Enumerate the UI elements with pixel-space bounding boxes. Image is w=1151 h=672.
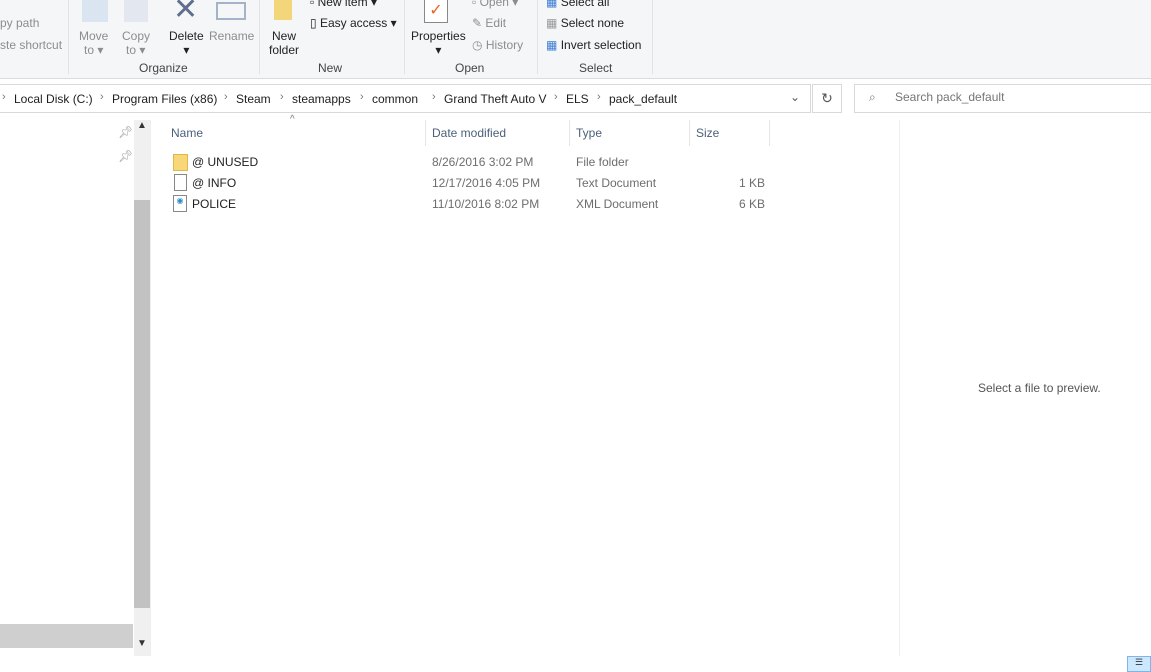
- edit-button[interactable]: ✎ Edit: [472, 16, 506, 30]
- scrollbar-thumb[interactable]: [134, 200, 150, 608]
- delete-x-icon: ✕: [173, 0, 199, 26]
- history-button[interactable]: ◷ History: [472, 38, 523, 52]
- breadcrumb-els[interactable]: ELS: [566, 92, 589, 106]
- column-header-type[interactable]: Type: [576, 126, 602, 140]
- easy-access-button[interactable]: ▯ Easy access ▾: [310, 16, 397, 30]
- select-all-button[interactable]: ▦ Select all: [546, 0, 609, 9]
- breadcrumb-local-disk[interactable]: Local Disk (C:): [14, 92, 93, 106]
- file-row[interactable]: ◉ POLICE 11/10/2016 8:02 PM XML Document…: [160, 194, 770, 214]
- paste-shortcut-button[interactable]: ste shortcut: [0, 38, 62, 52]
- pin-icon[interactable]: 📌︎: [118, 125, 133, 139]
- preview-message: Select a file to preview.: [978, 381, 1101, 395]
- breadcrumb-gta-v[interactable]: Grand Theft Auto V: [444, 92, 547, 106]
- nav-vertical-scrollbar[interactable]: ▲ ▼: [134, 120, 150, 656]
- properties-button[interactable]: Properties ▾: [411, 29, 466, 57]
- file-date: 12/17/2016 4:05 PM: [432, 176, 541, 190]
- search-input[interactable]: [893, 89, 1137, 105]
- text-file-icon: [174, 174, 187, 191]
- open-group-label: Open: [455, 61, 485, 75]
- move-to-button[interactable]: Move to ▾: [79, 29, 108, 57]
- ribbon: py path ste shortcut Move to ▾ Copy to ▾ ✕…: [0, 0, 1151, 79]
- copy-path-button[interactable]: py path: [0, 16, 39, 30]
- search-box[interactable]: ⌕: [854, 84, 1151, 113]
- select-group-label: Select: [579, 61, 613, 75]
- file-size: 1 KB: [739, 176, 766, 190]
- move-to-icon: [82, 0, 108, 22]
- sort-ascending-icon: ^: [290, 114, 295, 125]
- xml-file-icon: ◉: [173, 195, 187, 212]
- file-date: 11/10/2016 8:02 PM: [432, 197, 540, 211]
- scroll-up-arrow-icon[interactable]: ▲: [134, 120, 150, 138]
- file-row[interactable]: @ UNUSED 8/26/2016 3:02 PM File folder: [160, 152, 770, 172]
- delete-button[interactable]: Delete ▾: [169, 29, 204, 57]
- file-row[interactable]: @ INFO 12/17/2016 4:05 PM Text Document …: [160, 173, 770, 193]
- column-header-date[interactable]: Date modified: [432, 126, 506, 140]
- file-name: POLICE: [192, 197, 237, 211]
- copy-to-button[interactable]: Copy to ▾: [122, 29, 150, 57]
- file-date: 8/26/2016 3:02 PM: [432, 155, 534, 169]
- address-dropdown-chevron-icon[interactable]: ⌄: [790, 90, 800, 104]
- breadcrumb-steamapps[interactable]: steamapps: [292, 92, 351, 106]
- new-group-label: New: [318, 61, 343, 75]
- properties-check-icon: ✓: [424, 0, 448, 23]
- details-view-icon: ☰: [1134, 657, 1144, 667]
- breadcrumb-steam[interactable]: Steam: [236, 92, 271, 106]
- organize-group-label: Organize: [139, 61, 188, 75]
- copy-to-icon: [124, 0, 148, 22]
- column-header-name[interactable]: Name: [171, 126, 203, 140]
- file-size: 6 KB: [739, 197, 766, 211]
- new-folder-button[interactable]: New folder: [269, 29, 299, 57]
- rename-button[interactable]: Rename: [209, 29, 254, 43]
- invert-selection-button[interactable]: ▦ Invert selection: [546, 38, 641, 52]
- address-bar[interactable]: › Local Disk (C:) › Program Files (x86) …: [0, 84, 811, 113]
- file-type: Text Document: [576, 176, 657, 190]
- refresh-button[interactable]: ↻: [812, 84, 842, 113]
- open-button[interactable]: ▫ Open ▾: [472, 0, 518, 9]
- select-none-button[interactable]: ▦ Select none: [546, 16, 624, 30]
- file-name: @ INFO: [192, 176, 237, 190]
- nav-horizontal-scrollbar[interactable]: [0, 624, 133, 648]
- file-type: XML Document: [576, 197, 659, 211]
- breadcrumb-pack-default[interactable]: pack_default: [609, 92, 677, 106]
- file-name: @ UNUSED: [192, 155, 259, 169]
- refresh-icon: ↻: [821, 90, 833, 106]
- column-header-size[interactable]: Size: [696, 126, 719, 140]
- new-folder-icon: [274, 0, 292, 20]
- breadcrumb-program-files[interactable]: Program Files (x86): [112, 92, 217, 106]
- file-type: File folder: [576, 155, 629, 169]
- folder-icon: [173, 154, 188, 171]
- scroll-down-arrow-icon[interactable]: ▼: [134, 638, 150, 656]
- search-icon: ⌕: [869, 90, 876, 104]
- breadcrumb-common[interactable]: common: [372, 92, 418, 106]
- rename-icon: [216, 2, 246, 20]
- pin-icon[interactable]: 📌︎: [118, 149, 133, 163]
- new-item-button[interactable]: ▫ New item ▾: [310, 0, 377, 9]
